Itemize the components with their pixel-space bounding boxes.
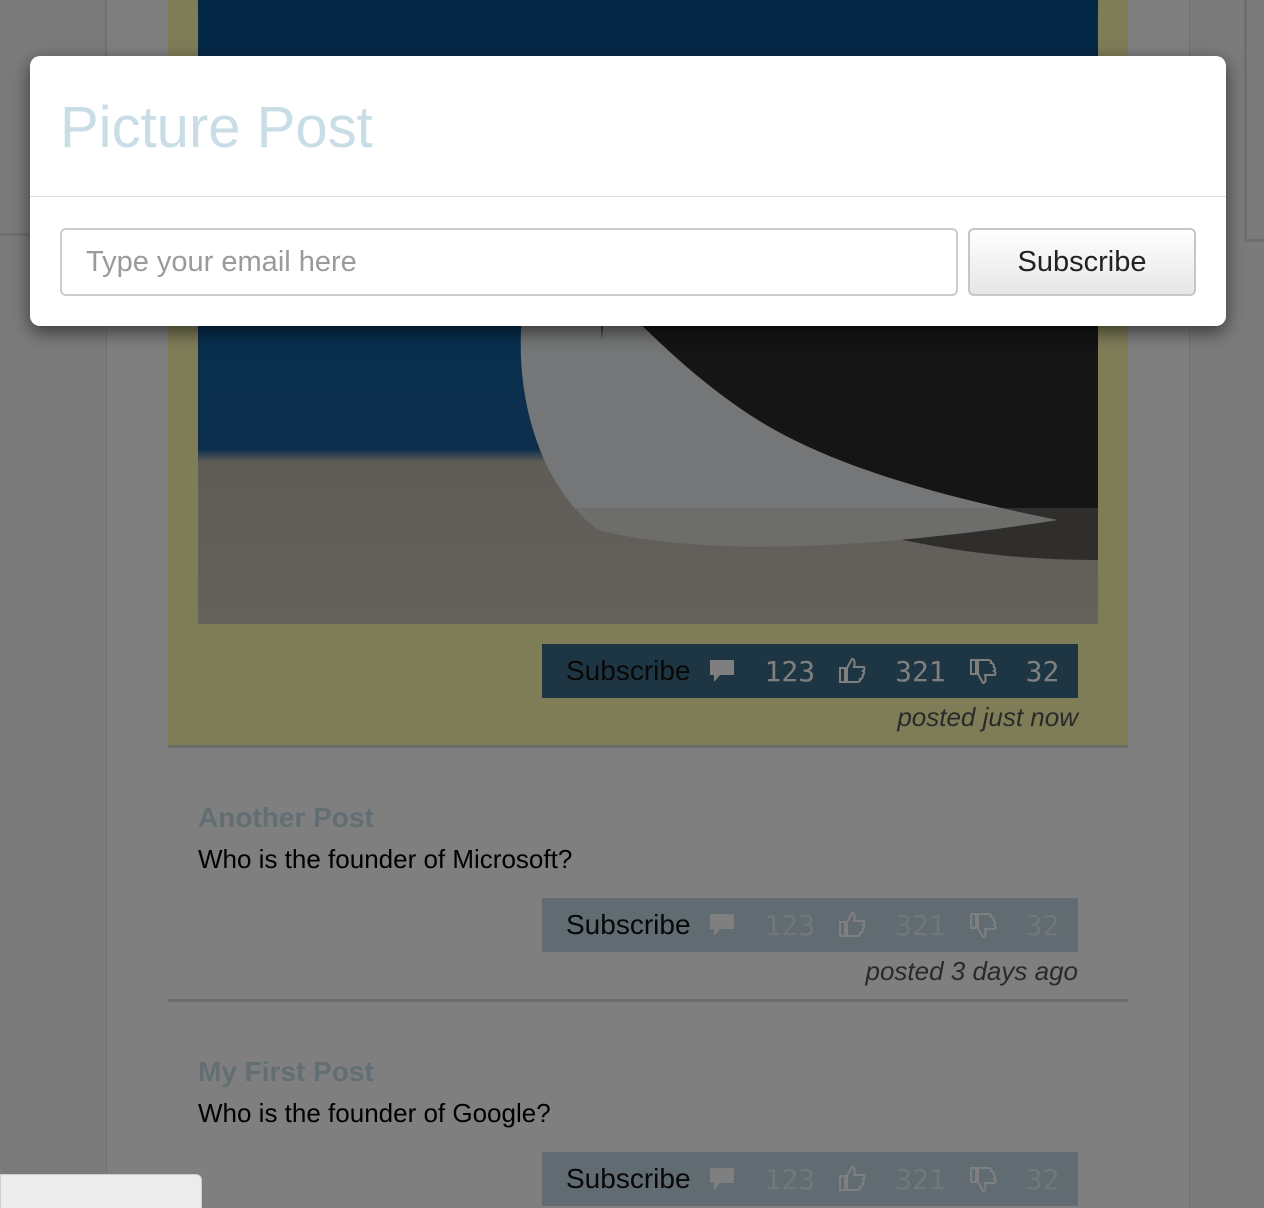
- subscribe-modal: Picture Post Subscribe: [30, 56, 1226, 326]
- subscribe-button[interactable]: Subscribe: [968, 228, 1196, 296]
- email-field[interactable]: [60, 228, 958, 296]
- corner-tab[interactable]: [0, 1174, 202, 1208]
- modal-divider: [30, 196, 1226, 197]
- modal-title: Picture Post: [60, 95, 373, 160]
